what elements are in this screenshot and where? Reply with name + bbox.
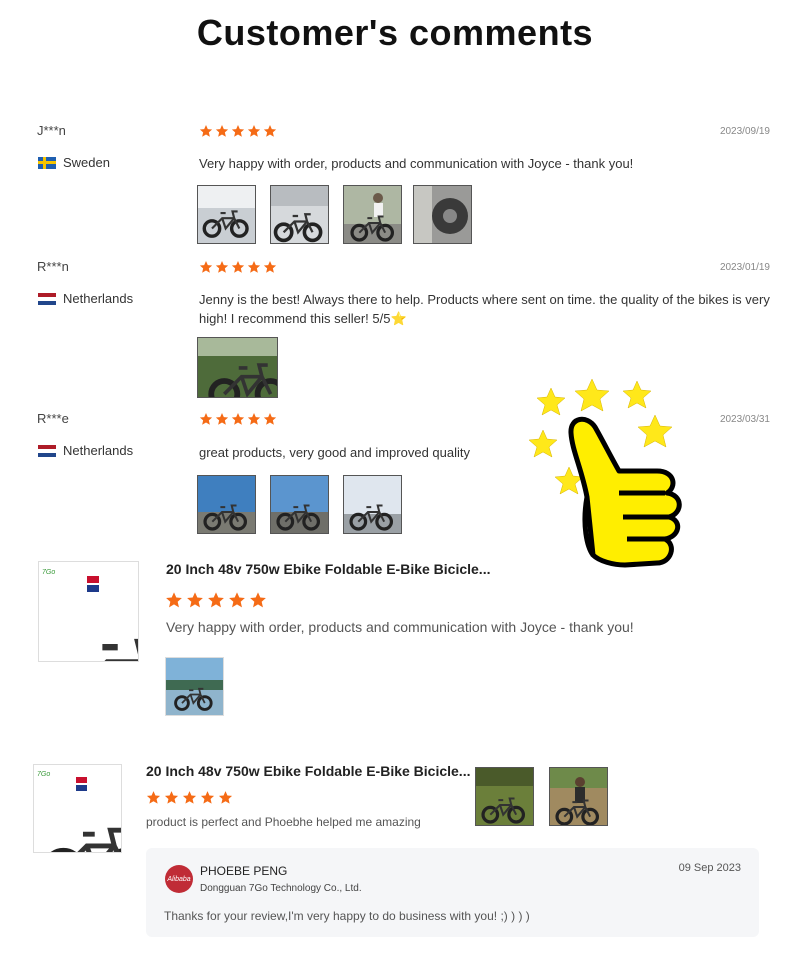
reviewer-country: Sweden xyxy=(38,155,110,170)
star-icon xyxy=(218,790,233,805)
flag-sweden-icon xyxy=(38,156,56,169)
star-icon xyxy=(215,124,229,138)
review-photo[interactable] xyxy=(197,337,278,398)
page-title: Customer's comments xyxy=(196,12,594,53)
product-title[interactable]: 20 Inch 48v 750w Ebike Foldable E-Bike B… xyxy=(166,561,490,577)
review-comment-line: Jenny is the best! Always there to help.… xyxy=(199,292,770,307)
sparkle-star-icon xyxy=(528,429,558,458)
star-icon xyxy=(249,591,267,609)
brand-mark: 7Go xyxy=(37,771,50,778)
flag-netherlands-icon xyxy=(38,292,56,305)
review-date: 2023/01/19 xyxy=(719,262,770,273)
reviewer-name: R***e xyxy=(37,411,69,426)
star-icon xyxy=(263,124,277,138)
reply-author-name: PHOEBE PENG xyxy=(200,864,288,878)
review-comment: Jenny is the best! Always there to help.… xyxy=(199,290,779,328)
review-photo[interactable] xyxy=(549,767,608,826)
review-comment: Very happy with order, products and comm… xyxy=(199,156,634,171)
review-photo[interactable] xyxy=(413,185,472,244)
review-photo[interactable] xyxy=(270,475,329,534)
star-icon xyxy=(199,260,213,274)
review-photo[interactable] xyxy=(165,657,224,716)
review-comment: great products, very good and improved q… xyxy=(199,445,470,460)
review-comment-line: high! I recommend this seller! 5/5⭐ xyxy=(199,311,407,326)
star-icon xyxy=(200,790,215,805)
star-icon xyxy=(263,260,277,274)
review-comment: Very happy with order, products and comm… xyxy=(166,619,634,635)
sparkle-star-icon xyxy=(622,380,652,409)
star-icon xyxy=(199,124,213,138)
star-icon xyxy=(247,124,261,138)
country-label: Netherlands xyxy=(63,443,134,458)
review-comment: product is perfect and Phoebhe helped me… xyxy=(146,815,421,829)
reply-date: 09 Sep 2023 xyxy=(678,862,741,874)
reviewer-name: R***n xyxy=(37,259,69,274)
sparkle-star-icon xyxy=(637,414,673,448)
star-icon xyxy=(146,790,161,805)
reply-company: Dongguan 7Go Technology Co., Ltd. xyxy=(200,883,362,894)
star-icon xyxy=(186,591,204,609)
reviewer-country: Netherlands xyxy=(38,443,133,458)
seller-reply: Alibaba PHOEBE PENG Dongguan 7Go Technol… xyxy=(146,848,759,937)
rating-stars xyxy=(199,412,277,426)
review-photo[interactable] xyxy=(343,185,402,244)
country-label: Sweden xyxy=(63,155,110,170)
review-photo[interactable] xyxy=(475,767,534,826)
avatar: Alibaba xyxy=(165,865,193,893)
star-icon xyxy=(263,412,277,426)
country-label: Netherlands xyxy=(63,291,134,306)
rating-stars xyxy=(199,260,277,274)
product-title[interactable]: 20 Inch 48v 750w Ebike Foldable E-Bike B… xyxy=(146,763,470,779)
rating-stars xyxy=(199,124,277,138)
star-icon xyxy=(164,790,179,805)
star-icon xyxy=(199,412,213,426)
review-photo[interactable] xyxy=(197,185,256,244)
rating-stars xyxy=(146,790,233,805)
star-icon xyxy=(231,412,245,426)
thumbs-up-icon xyxy=(528,378,682,568)
reviewer-country: Netherlands xyxy=(38,291,133,306)
star-icon xyxy=(247,260,261,274)
reply-text: Thanks for your review,I'm very happy to… xyxy=(164,909,530,923)
star-icon xyxy=(228,591,246,609)
star-icon xyxy=(215,260,229,274)
star-icon xyxy=(165,591,183,609)
star-icon xyxy=(247,412,261,426)
product-image[interactable]: 7Go xyxy=(33,764,122,853)
review-photo[interactable] xyxy=(343,475,402,534)
star-icon xyxy=(231,260,245,274)
review-date: 2023/09/19 xyxy=(719,126,770,137)
brand-mark: 7Go xyxy=(42,569,55,576)
product-image[interactable]: 7Go xyxy=(38,561,139,662)
star-emoji: ⭐ xyxy=(390,311,407,326)
reviewer-name: J***n xyxy=(37,123,66,138)
rating-stars xyxy=(165,591,267,609)
review-photo[interactable] xyxy=(197,475,256,534)
sparkle-star-icon xyxy=(536,387,566,416)
sparkle-star-icon xyxy=(574,378,610,412)
flag-netherlands-icon xyxy=(38,444,56,457)
star-icon xyxy=(231,124,245,138)
star-icon xyxy=(207,591,225,609)
star-icon xyxy=(215,412,229,426)
star-icon xyxy=(182,790,197,805)
review-photo[interactable] xyxy=(270,185,329,244)
